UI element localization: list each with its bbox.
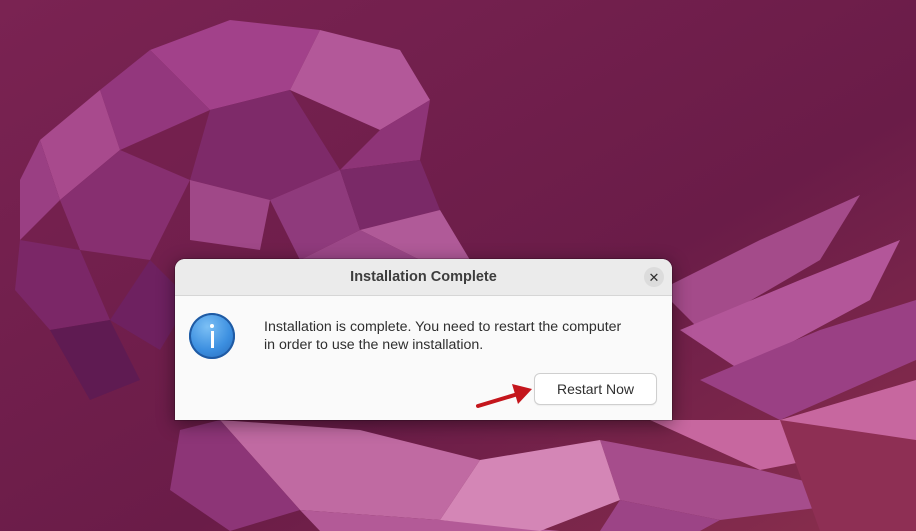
- close-button[interactable]: ✕: [644, 267, 664, 287]
- dialog-titlebar: Installation Complete ✕: [175, 259, 672, 296]
- message-line-1: Installation is complete. You need to re…: [264, 319, 622, 335]
- dialog-title: Installation Complete: [350, 269, 497, 285]
- info-icon: [189, 313, 235, 359]
- message-line-2: in order to use the new installation.: [264, 336, 484, 353]
- installation-complete-dialog: Installation Complete ✕ Installation is …: [175, 259, 672, 420]
- restart-now-button[interactable]: Restart Now: [534, 373, 657, 405]
- info-icon-dot: [210, 324, 214, 328]
- info-icon-bar: [210, 331, 214, 348]
- close-icon: ✕: [648, 269, 660, 285]
- dialog-message: Installation is complete. You need to re…: [264, 319, 659, 354]
- red-arrow-icon: [476, 384, 532, 408]
